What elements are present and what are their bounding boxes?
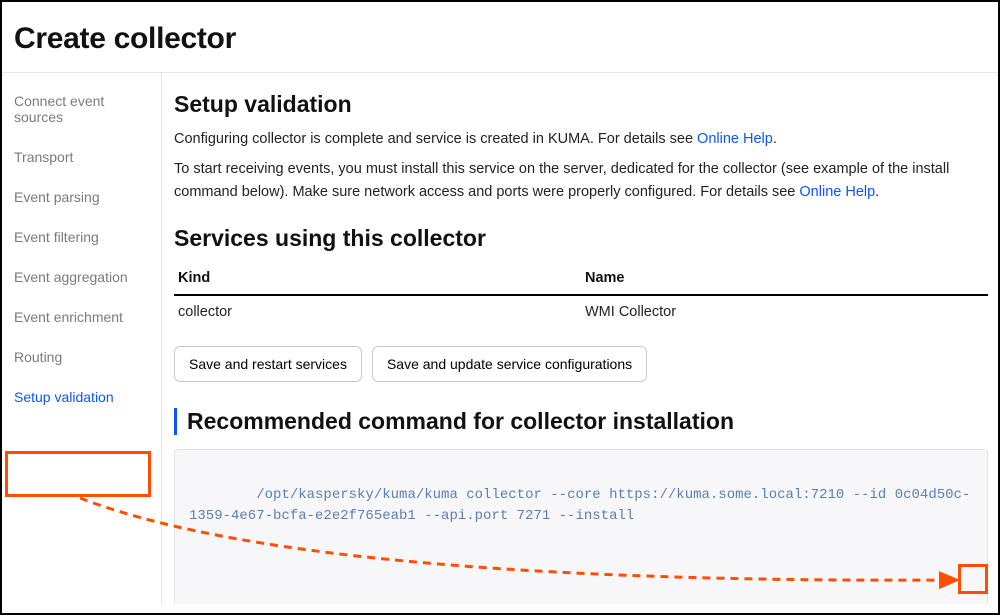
setup-validation-heading: Setup validation (174, 91, 988, 118)
desc-2-post: . (875, 184, 879, 200)
copy-icon[interactable] (959, 579, 979, 599)
recommended-command-heading: Recommended command for collector instal… (187, 408, 988, 435)
sidebar-item-connect-event-sources[interactable]: Connect event sources (2, 81, 161, 137)
sidebar-item-transport[interactable]: Transport (2, 137, 161, 177)
sidebar-item-event-aggregation[interactable]: Event aggregation (2, 257, 161, 297)
command-text: /opt/kaspersky/kuma/kuma collector --cor… (189, 487, 970, 524)
sidebar-item-event-filtering[interactable]: Event filtering (2, 217, 161, 257)
save-restart-button[interactable]: Save and restart services (174, 346, 362, 382)
desc-2: To start receiving events, you must inst… (174, 158, 988, 203)
command-box: /opt/kaspersky/kuma/kuma collector --cor… (174, 449, 988, 604)
cell-kind: collector (174, 295, 581, 328)
sidebar-item-setup-validation[interactable]: Setup validation (2, 377, 161, 417)
sidebar: Connect event sources Transport Event pa… (2, 73, 162, 604)
online-help-link-1[interactable]: Online Help (697, 131, 773, 147)
save-update-button[interactable]: Save and update service configurations (372, 346, 647, 382)
sidebar-item-event-enrichment[interactable]: Event enrichment (2, 297, 161, 337)
services-table: Kind Name collector WMI Collector (174, 262, 988, 328)
table-row: collector WMI Collector (174, 295, 988, 328)
sidebar-item-routing[interactable]: Routing (2, 337, 161, 377)
desc-1-post: . (773, 131, 777, 147)
desc-1: Configuring collector is complete and se… (174, 128, 988, 150)
col-name: Name (581, 262, 988, 295)
content: Setup validation Configuring collector i… (162, 73, 998, 604)
sidebar-item-event-parsing[interactable]: Event parsing (2, 177, 161, 217)
cell-name: WMI Collector (581, 295, 988, 328)
services-heading: Services using this collector (174, 225, 988, 252)
online-help-link-2[interactable]: Online Help (799, 184, 875, 200)
col-kind: Kind (174, 262, 581, 295)
desc-1-text: Configuring collector is complete and se… (174, 131, 697, 147)
page-title: Create collector (14, 22, 986, 56)
